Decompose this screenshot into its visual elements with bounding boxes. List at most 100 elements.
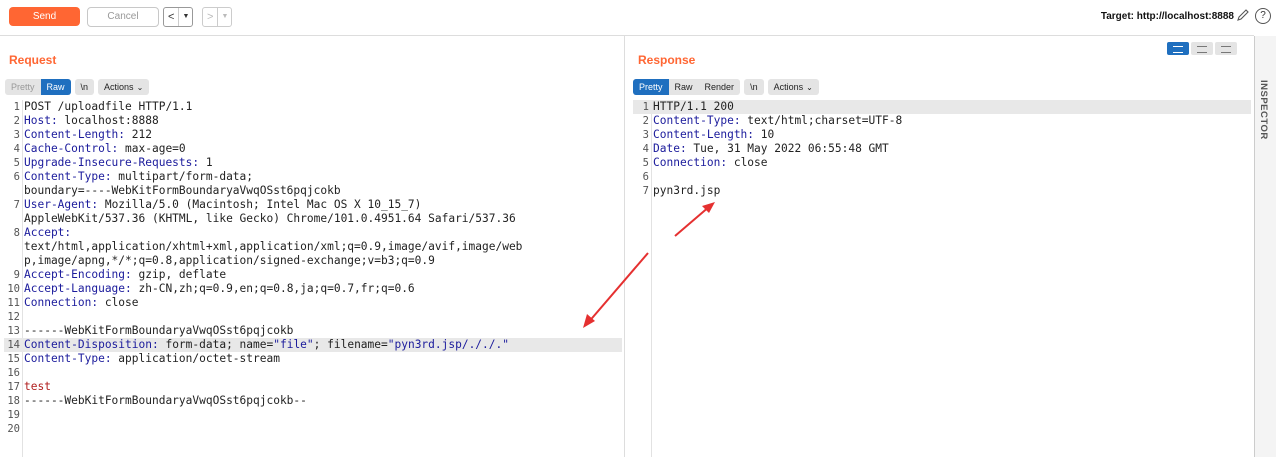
line-text: Accept-Language: zh-CN,zh;q=0.9,en;q=0.8… <box>24 282 415 296</box>
code-token: close <box>98 296 139 309</box>
line-number: 7 <box>13 199 20 211</box>
header-name: Accept-Language: <box>24 282 132 295</box>
code-token: AppleWebKit/537.36 (KHTML, like Gecko) C… <box>24 212 516 225</box>
tab-newline[interactable]: \n <box>74 79 95 95</box>
code-token: p,image/apng,*/*;q=0.8,application/signe… <box>24 254 435 267</box>
line-text: Upgrade-Insecure-Requests: 1 <box>24 156 213 170</box>
line-number: 15 <box>7 353 20 365</box>
line-text: text/html,application/xhtml+xml,applicat… <box>24 240 522 254</box>
back-button[interactable]: < ▼ <box>163 7 194 27</box>
code-line: text/html,application/xhtml+xml,applicat… <box>4 240 622 254</box>
code-token: Mozilla/5.0 (Macintosh; Intel Mac OS X 1… <box>98 198 422 211</box>
code-line: 19 <box>4 408 622 422</box>
code-line: p,image/apng,*/*;q=0.8,application/signe… <box>4 254 622 268</box>
cancel-button[interactable]: Cancel <box>87 7 159 27</box>
header-name: Content-Length: <box>24 128 126 141</box>
code-token: 10 <box>754 128 775 141</box>
code-line: 3 Content-Length: 212 <box>4 128 622 142</box>
header-name: Upgrade-Insecure-Requests: <box>24 156 200 169</box>
line-text: Accept-Encoding: gzip, deflate <box>24 268 226 282</box>
line-number: 7 <box>642 185 649 197</box>
request-view-tabs: Pretty Raw <box>5 79 71 95</box>
code-token: 212 <box>125 128 152 141</box>
code-line: 4 Cache-Control: max-age=0 <box>4 142 622 156</box>
code-line: 3 Content-Length: 10 <box>633 128 1251 142</box>
layout-stacked-button[interactable] <box>1191 42 1213 55</box>
layout-side-by-side-button[interactable] <box>1167 42 1189 55</box>
line-number: 10 <box>7 283 20 295</box>
tab-newline[interactable]: \n <box>744 79 764 95</box>
chevron-down-icon: ⌄ <box>806 83 813 92</box>
response-view-tabs: Pretty Raw Render <box>633 79 741 95</box>
chevron-down-icon[interactable]: ▼ <box>178 8 192 26</box>
code-line: 7 pyn3rd.jsp <box>633 184 1251 198</box>
code-line: 5 Upgrade-Insecure-Requests: 1 <box>4 156 622 170</box>
tab-raw[interactable]: Raw <box>668 79 699 95</box>
code-token: close <box>727 156 768 169</box>
panel-splitter[interactable] <box>624 36 625 457</box>
code-line: 13 ------WebKitFormBoundaryaVwqOSst6pqjco… <box>4 324 622 338</box>
code-token: text/html,application/xhtml+xml,applicat… <box>24 240 523 253</box>
help-icon[interactable]: ? <box>1255 8 1271 24</box>
tab-pretty[interactable]: Pretty <box>633 79 669 95</box>
inspector-label[interactable]: INSPECTOR <box>1258 80 1269 140</box>
line-number: 4 <box>13 143 20 155</box>
actions-dropdown[interactable]: Actions ⌄ <box>767 79 819 95</box>
layout-toggle <box>1167 42 1239 55</box>
line-text: test <box>24 380 51 394</box>
line-number: 14 <box>7 339 20 351</box>
code-token: form-data; name= <box>158 338 274 351</box>
line-text: HTTP/1.1 200 <box>653 100 734 114</box>
code-line: 18 ------WebKitFormBoundaryaVwqOSst6pqjco… <box>4 394 622 408</box>
line-number: 11 <box>7 297 20 309</box>
tab-render[interactable]: Render <box>698 79 741 95</box>
response-tabs: Pretty Raw Render \n Actions ⌄ <box>633 79 819 95</box>
line-text: Content-Type: application/octet-stream <box>24 352 280 366</box>
target-label[interactable]: Target: http://localhost:8888 <box>1101 11 1234 22</box>
line-text: boundary=----WebKitFormBoundaryaVwqOSst6… <box>24 184 341 198</box>
forward-button[interactable]: > ▼ <box>202 7 233 27</box>
send-button[interactable]: Send <box>9 7 80 26</box>
code-line: 1 HTTP/1.1 200 <box>633 100 1251 114</box>
header-name: Connection: <box>24 296 99 309</box>
line-number: 17 <box>7 381 20 393</box>
actions-label: Actions <box>773 82 804 92</box>
actions-label: Actions <box>104 82 134 92</box>
toolbar: Send Cancel < ▼ > ▼ Target: http://localho… <box>0 0 1276 34</box>
code-token: application/octet-stream <box>111 352 280 365</box>
actions-dropdown[interactable]: Actions ⌄ <box>98 79 150 95</box>
line-number: 5 <box>13 157 20 169</box>
line-text: Host: localhost:8888 <box>24 114 159 128</box>
code-token: text/html;charset=UTF-8 <box>740 114 903 127</box>
line-number: 19 <box>7 409 20 421</box>
line-text: p,image/apng,*/*;q=0.8,application/signe… <box>24 254 435 268</box>
layout-tabs-button[interactable] <box>1215 42 1237 55</box>
line-number: 9 <box>13 269 20 281</box>
header-name: Content-Length: <box>653 128 755 141</box>
chevron-down-icon[interactable]: ▼ <box>217 8 231 26</box>
code-line: 5 Connection: close <box>633 156 1251 170</box>
request-editor[interactable]: 1 POST /uploadfile HTTP/1.1 2 Host: localho… <box>4 100 622 457</box>
line-text: Connection: close <box>24 296 139 310</box>
line-number: 1 <box>642 101 649 113</box>
response-editor[interactable]: 1 HTTP/1.1 200 2 Content-Type: text/html;ch… <box>633 100 1251 457</box>
line-text: Content-Length: 212 <box>24 128 152 142</box>
header-name: Date: <box>653 142 687 155</box>
line-number: 6 <box>13 171 20 183</box>
code-token: HTTP/1.1 200 <box>653 100 734 113</box>
forward-label: > <box>207 11 214 23</box>
header-name: Accept: <box>24 226 72 239</box>
code-token: ------WebKitFormBoundaryaVwqOSst6pqjcokb <box>24 324 294 337</box>
code-line: 2 Content-Type: text/html;charset=UTF-8 <box>633 114 1251 128</box>
code-token: pyn3rd.jsp <box>653 184 721 197</box>
line-text: Connection: close <box>653 156 768 170</box>
line-text: AppleWebKit/537.36 (KHTML, like Gecko) C… <box>24 212 516 226</box>
tab-raw[interactable]: Raw <box>40 79 71 95</box>
columns-icon <box>1173 46 1183 53</box>
code-token: max-age=0 <box>118 142 186 155</box>
header-name: User-Agent: <box>24 198 99 211</box>
tab-pretty[interactable]: Pretty <box>5 79 41 95</box>
code-line: 6 Content-Type: multipart/form-data; <box>4 170 622 184</box>
code-token: "file" <box>273 338 314 351</box>
pencil-icon[interactable] <box>1236 8 1250 22</box>
